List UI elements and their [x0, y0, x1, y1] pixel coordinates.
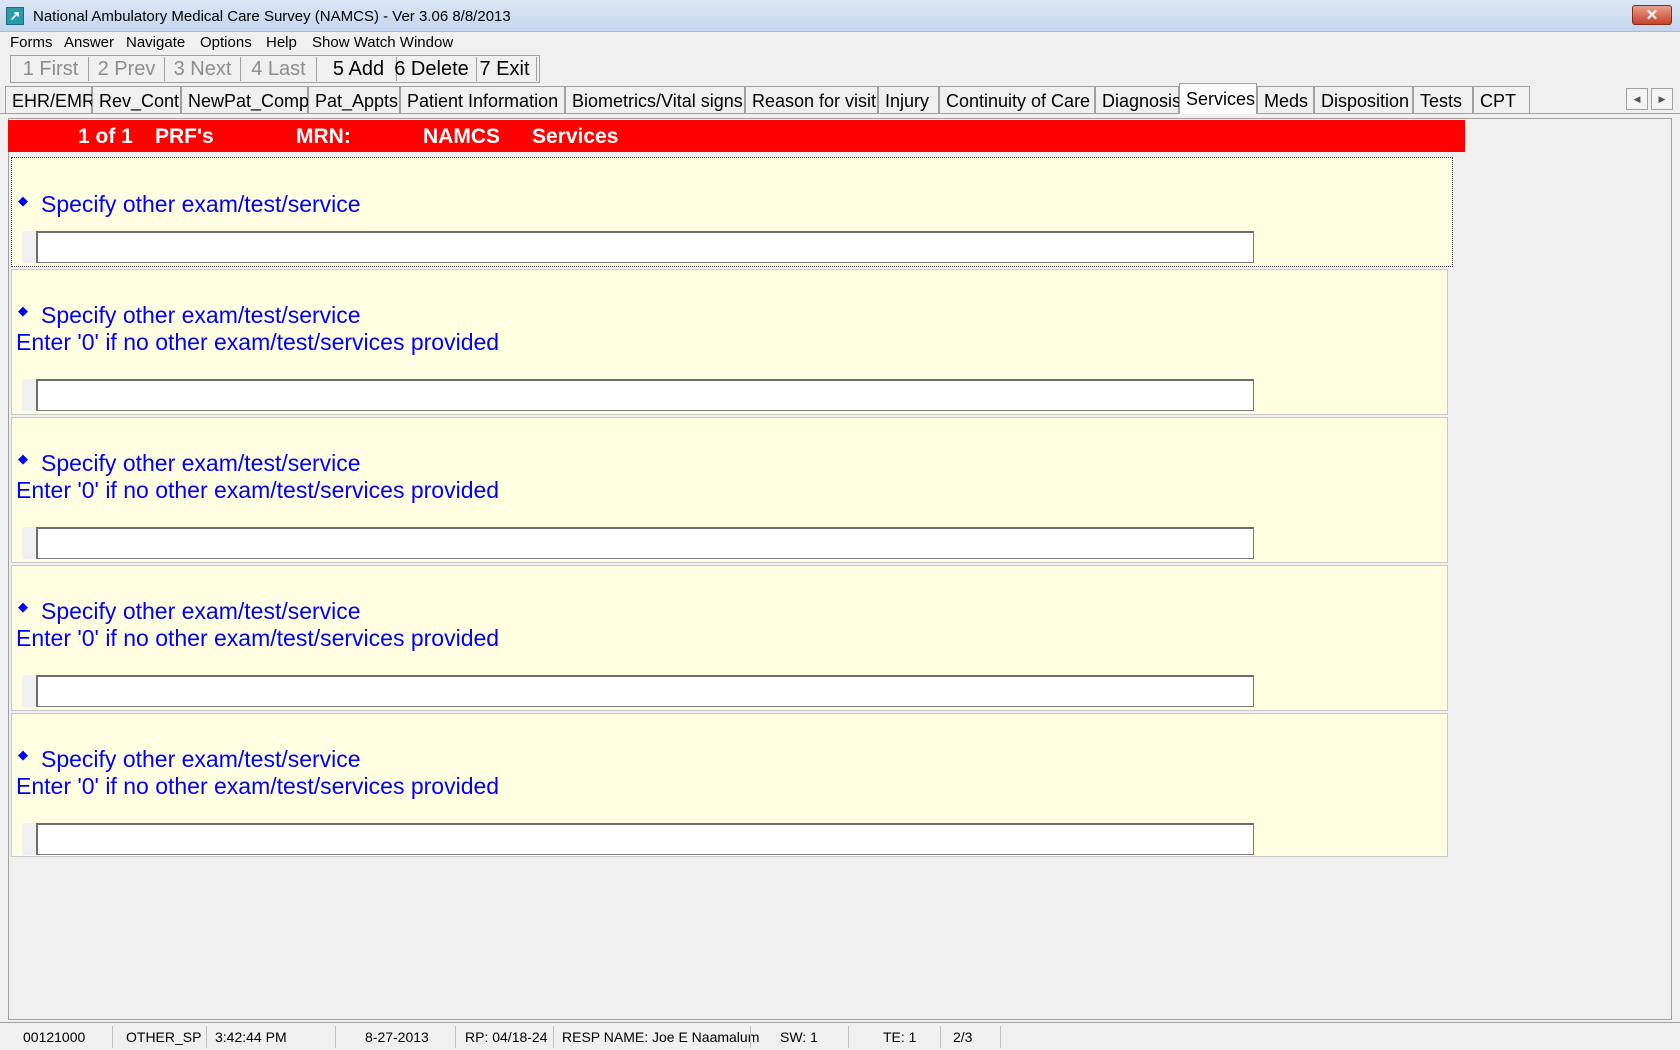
menu-help[interactable]: Help	[266, 34, 297, 51]
tab-strip: EHR/EMR Rev_Cont NewPat_Comp Pat_Appts P…	[0, 83, 1680, 114]
tab-cpt[interactable]: CPT	[1473, 86, 1530, 113]
tab-scroll-left-icon[interactable]: ◀	[1626, 88, 1648, 110]
last-button[interactable]: 4 Last	[241, 57, 317, 81]
tab-rev-cont[interactable]: Rev_Cont	[92, 86, 181, 113]
status-bar: 00121000 OTHER_SP 3:42:44 PM 8-27-2013 R…	[0, 1022, 1680, 1050]
tab-reason-for-visit[interactable]: Reason for visit	[745, 86, 878, 113]
question-panel: ◆ Specify other exam/test/service Enter …	[11, 565, 1448, 711]
tab-patient-information[interactable]: Patient Information	[400, 86, 565, 113]
question-label: Specify other exam/test/service	[41, 746, 361, 772]
exit-button[interactable]: 7 Exit	[473, 57, 537, 81]
record-header-bar: 1 of 1 PRF's MRN: NAMCS Services	[8, 120, 1465, 152]
menu-answer[interactable]: Answer	[64, 34, 114, 51]
tab-injury[interactable]: Injury	[878, 86, 939, 113]
menu-show-watch-window[interactable]: Show Watch Window	[312, 34, 453, 51]
status-divider	[940, 1026, 941, 1048]
question-panel: ◆ Specify other exam/test/service Enter …	[11, 417, 1448, 563]
status-time: 3:42:44 PM	[215, 1029, 287, 1045]
tab-meds[interactable]: Meds	[1257, 86, 1314, 113]
status-divider	[1000, 1026, 1001, 1048]
tab-tests[interactable]: Tests	[1413, 86, 1473, 113]
form-name: PRF's	[155, 125, 214, 148]
tab-disposition[interactable]: Disposition	[1314, 86, 1413, 113]
field-gutter	[22, 527, 36, 559]
status-divider	[112, 1026, 113, 1048]
tab-continuity-of-care[interactable]: Continuity of Care	[939, 86, 1095, 113]
record-counter: 1 of 1	[78, 125, 133, 148]
diamond-bullet-icon: ◆	[18, 599, 28, 614]
status-sw: SW: 1	[780, 1029, 818, 1045]
diamond-bullet-icon: ◆	[18, 303, 28, 318]
field-gutter	[22, 231, 36, 263]
question-label: Specify other exam/test/service	[41, 302, 361, 328]
diamond-bullet-icon: ◆	[18, 193, 28, 208]
other-service-input[interactable]	[36, 823, 1254, 855]
question-hint: Enter '0' if no other exam/test/services…	[16, 625, 500, 651]
tab-newpat-comp[interactable]: NewPat_Comp	[181, 86, 309, 113]
question-hint: Enter '0' if no other exam/test/services…	[16, 329, 500, 355]
question-panel: ◆ Specify other exam/test/service Enter …	[11, 713, 1448, 857]
question-label: Specify other exam/test/service	[41, 450, 361, 476]
status-field-name: OTHER_SP	[126, 1029, 202, 1045]
section-name: Services	[532, 125, 619, 148]
window-title: National Ambulatory Medical Care Survey …	[33, 8, 511, 25]
tab-scroll-right-icon[interactable]: ▶	[1651, 88, 1673, 110]
status-divider	[553, 1026, 554, 1048]
question-label: Specify other exam/test/service	[41, 598, 361, 624]
other-service-input[interactable]	[36, 527, 1254, 559]
field-gutter	[22, 823, 36, 855]
next-button[interactable]: 3 Next	[165, 57, 241, 81]
other-service-input[interactable]	[36, 379, 1254, 411]
question-hint: Enter '0' if no other exam/test/services…	[16, 773, 500, 799]
status-resp-name: RESP NAME: Joe E Naamalum	[562, 1029, 760, 1045]
diamond-bullet-icon: ◆	[18, 747, 28, 762]
question-panel: ◆ Specify other exam/test/service	[11, 157, 1453, 267]
status-divider	[750, 1026, 751, 1048]
app-icon: ↗	[6, 7, 24, 25]
question-label: Specify other exam/test/service	[41, 191, 361, 217]
other-service-input[interactable]	[36, 675, 1254, 707]
status-date: 8-27-2013	[365, 1029, 429, 1045]
status-divider	[335, 1026, 336, 1048]
status-case-id: 00121000	[23, 1029, 86, 1045]
tab-services[interactable]: Services	[1179, 83, 1257, 114]
prev-button[interactable]: 2 Prev	[89, 57, 165, 81]
add-button[interactable]: 5 Add	[321, 57, 397, 81]
question-hint: Enter '0' if no other exam/test/services…	[16, 477, 500, 503]
first-button[interactable]: 1 First	[13, 57, 89, 81]
mrn-label: MRN:	[296, 125, 351, 148]
survey-name: NAMCS	[423, 125, 500, 148]
status-divider	[848, 1026, 849, 1048]
status-te: TE: 1	[883, 1029, 917, 1045]
field-gutter	[22, 379, 36, 411]
status-rp: RP: 04/18-24	[465, 1029, 548, 1045]
tab-biometrics-vital-signs[interactable]: Biometrics/Vital signs	[565, 86, 745, 113]
delete-button[interactable]: 6 Delete	[387, 57, 477, 81]
other-service-input[interactable]	[36, 231, 1254, 263]
menu-options[interactable]: Options	[200, 34, 252, 51]
status-page: 2/3	[953, 1029, 973, 1045]
tab-pat-appts[interactable]: Pat_Appts	[308, 86, 400, 113]
tab-diagnosis[interactable]: Diagnosis	[1095, 86, 1181, 113]
tab-ehr-emr[interactable]: EHR/EMR	[5, 86, 95, 113]
menu-bar: Forms Answer Navigate Options Help Show …	[0, 32, 1680, 54]
menu-forms[interactable]: Forms	[10, 34, 53, 51]
menu-navigate[interactable]: Navigate	[126, 34, 185, 51]
status-divider	[206, 1026, 207, 1048]
diamond-bullet-icon: ◆	[18, 451, 28, 466]
status-divider	[455, 1026, 456, 1048]
question-panel: ◆ Specify other exam/test/service Enter …	[11, 269, 1448, 415]
close-button[interactable]: ✕	[1632, 5, 1672, 25]
field-gutter	[22, 675, 36, 707]
title-bar: ↗ National Ambulatory Medical Care Surve…	[0, 0, 1680, 32]
navigation-toolbar: 1 First 2 Prev 3 Next 4 Last 5 Add 6 Del…	[10, 55, 540, 83]
